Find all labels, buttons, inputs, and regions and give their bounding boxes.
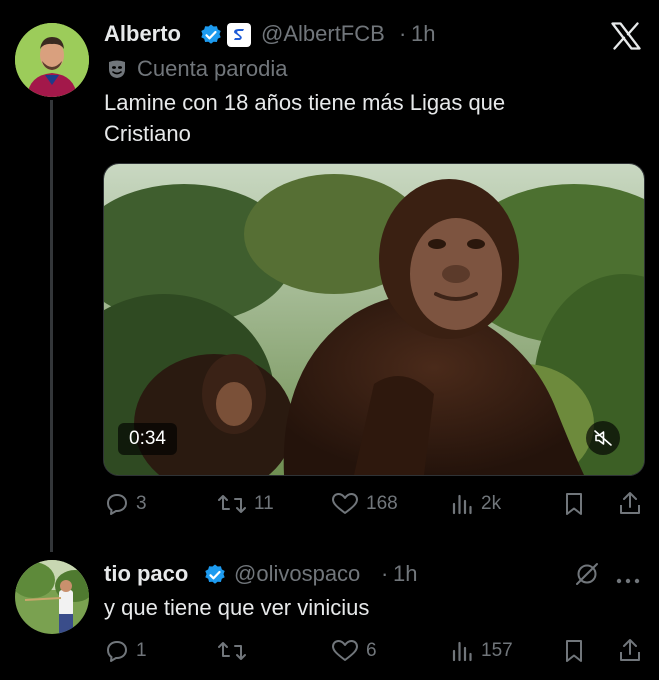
author-handle[interactable]: @AlbertFCB [261, 21, 385, 47]
parody-mask-icon [106, 58, 128, 85]
views-count: 2k [481, 493, 502, 514]
reply-like-button[interactable]: 6 [331, 639, 377, 663]
share-icon[interactable] [618, 490, 642, 521]
reply-button[interactable]: 3 [105, 492, 147, 516]
reply-views-count: 157 [481, 640, 513, 661]
more-options-icon[interactable] [616, 571, 640, 589]
reply-retweet-icon [217, 639, 247, 663]
views-icon [450, 492, 474, 516]
tweet-video[interactable]: 0:34 [103, 163, 645, 476]
reply-retweet-button[interactable] [217, 639, 254, 663]
reply-reply-button[interactable]: 1 [105, 639, 147, 663]
grok-icon[interactable] [574, 561, 600, 592]
reply-author-name[interactable]: tio paco [104, 561, 188, 587]
heart-icon [331, 492, 359, 516]
tweet-text-line-1: Lamine con 18 años tiene más Ligas que [104, 90, 506, 115]
avatar-alberto[interactable] [15, 23, 89, 97]
separator-dot: · [399, 21, 407, 46]
video-duration: 0:34 [118, 423, 177, 455]
parody-label: Cuenta parodia [137, 56, 288, 81]
reply-icon [105, 492, 129, 516]
reply-author-handle[interactable]: @olivospaco [234, 561, 360, 587]
x-logo-icon[interactable] [611, 22, 641, 55]
reply-count: 3 [136, 493, 147, 514]
mute-toggle-icon[interactable] [586, 421, 620, 455]
retweet-button[interactable]: 11 [217, 492, 274, 516]
reply-views-button[interactable]: 157 [450, 639, 513, 663]
reply-heart-icon [331, 639, 359, 663]
reply-separator-dot: · [381, 561, 389, 586]
reply-views-icon [450, 639, 474, 663]
verified-badge-icon [199, 23, 223, 52]
retweet-count: 11 [254, 493, 274, 514]
thread-line [50, 100, 53, 552]
avatar-tio-paco[interactable] [15, 560, 89, 634]
reply-like-count: 6 [366, 640, 377, 661]
reply-bookmark-icon[interactable] [563, 639, 585, 668]
video-frame [104, 164, 644, 475]
reply-reply-icon [105, 639, 129, 663]
like-button[interactable]: 168 [331, 492, 398, 516]
bookmark-icon[interactable] [563, 492, 585, 521]
reply-verified-badge-icon [203, 563, 227, 592]
tweet-text-line-2: Cristiano [104, 121, 191, 146]
reply-text: y que tiene que ver vinicius [104, 595, 370, 620]
affiliate-badge-icon [227, 23, 251, 47]
tweet-time[interactable]: 1h [411, 21, 435, 47]
reply-share-icon[interactable] [618, 637, 642, 668]
reply-reply-count: 1 [136, 640, 147, 661]
views-button[interactable]: 2k [450, 492, 501, 516]
author-name[interactable]: Alberto [104, 21, 181, 47]
retweet-icon [217, 492, 247, 516]
like-count: 168 [366, 493, 398, 514]
reply-time[interactable]: 1h [393, 561, 417, 587]
